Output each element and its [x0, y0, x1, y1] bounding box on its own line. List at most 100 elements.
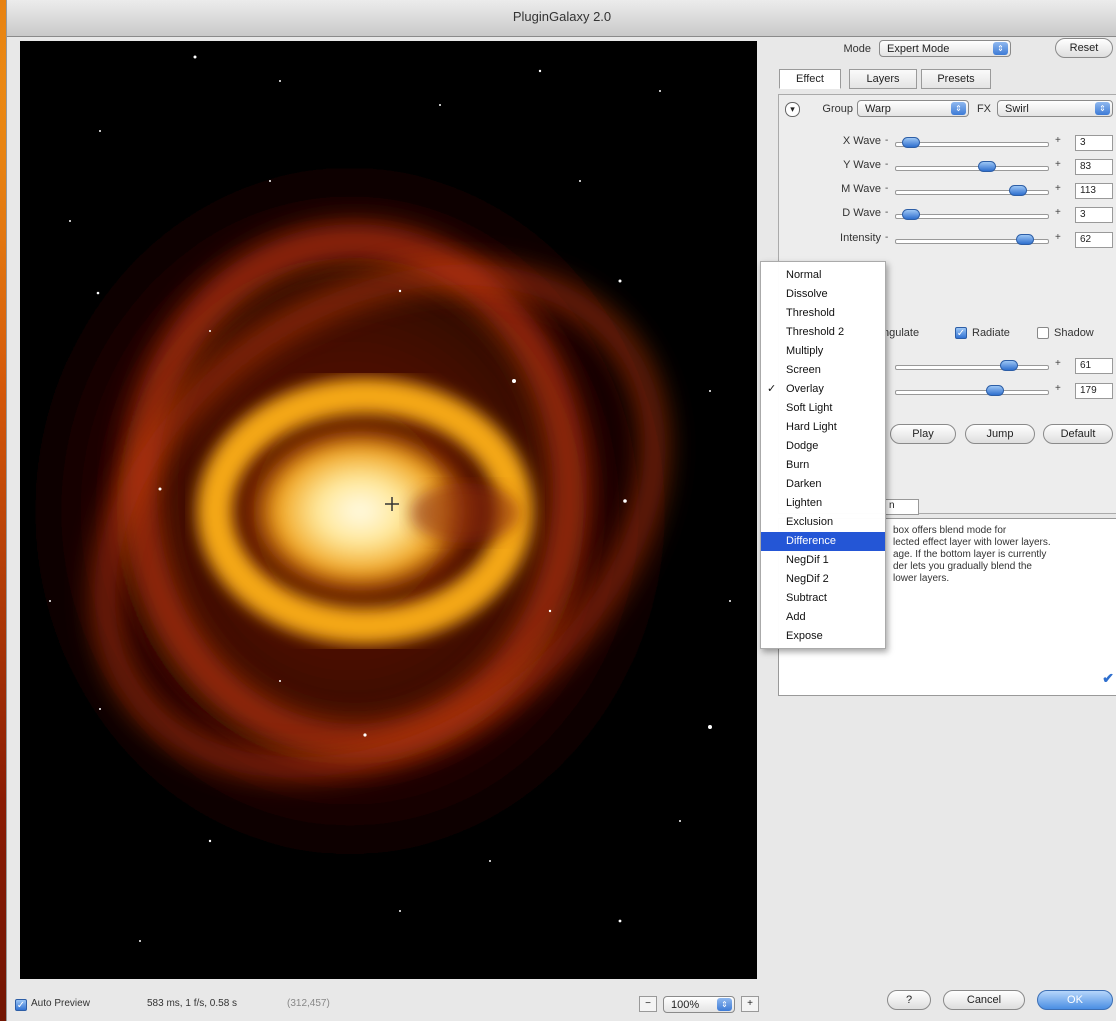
slider-knob[interactable]	[999, 360, 1018, 371]
auto-preview-checkbox[interactable]: ✓	[15, 999, 27, 1011]
blend-menu-item[interactable]: Multiply	[761, 342, 885, 361]
cancel-button[interactable]: Cancel	[943, 990, 1025, 1010]
value-slider[interactable]: - +	[885, 159, 1063, 174]
blend-menu-item[interactable]: Dissolve	[761, 285, 885, 304]
default-button[interactable]: Default	[1043, 424, 1113, 444]
value-slider[interactable]: - +	[885, 135, 1063, 150]
mode-label: Mode	[843, 43, 871, 55]
tab-presets[interactable]: Presets	[921, 69, 991, 89]
blend-menu-item-label: Add	[786, 611, 806, 623]
zoom-in-button[interactable]: +	[741, 996, 759, 1012]
slider-max-icon: +	[1055, 159, 1061, 170]
slider-knob[interactable]	[986, 385, 1005, 396]
timing-readout: 583 ms, 1 f/s, 0.58 s	[147, 998, 238, 1009]
slider-label: X Wave	[842, 135, 881, 147]
fx-label: FX	[976, 103, 991, 115]
blend-menu-item-label: Soft Light	[786, 402, 833, 414]
zoom-out-button[interactable]: −	[639, 996, 657, 1012]
slider-value-field[interactable]: 3	[1075, 135, 1113, 151]
slider-value-field[interactable]: 3	[1075, 207, 1113, 223]
zoom-value: 100%	[671, 999, 700, 1011]
blend-menu-item-label: Threshold	[786, 307, 835, 319]
select-arrows-icon: ⇕	[717, 998, 732, 1011]
blend-menu-item[interactable]: ✓ Overlay	[761, 380, 885, 399]
shadow-label: Shadow	[1054, 327, 1094, 339]
slider-value-field[interactable]: 62	[1075, 232, 1113, 248]
effect-preview-canvas[interactable]	[20, 41, 757, 979]
slider-track	[895, 365, 1049, 370]
slider-max-icon: +	[1055, 383, 1061, 394]
slider-value-field[interactable]: 83	[1075, 159, 1113, 175]
slider-value-field[interactable]: 179	[1075, 383, 1113, 399]
slider-min-icon: -	[885, 207, 889, 218]
slider-max-icon: +	[1055, 183, 1061, 194]
help-button[interactable]: ?	[887, 990, 931, 1010]
mode-select-value: Expert Mode	[887, 43, 950, 55]
title-bar[interactable]: PluginGalaxy 2.0	[7, 0, 1116, 37]
tab-layers[interactable]: Layers	[849, 69, 917, 89]
zoom-select[interactable]: 100% ⇕	[663, 996, 735, 1013]
value-slider[interactable]: +	[885, 383, 1063, 398]
slider-knob[interactable]	[901, 137, 920, 148]
slider-knob[interactable]	[1015, 234, 1034, 245]
radiate-label: Radiate	[972, 327, 1010, 339]
blend-menu-item[interactable]: Exclusion	[761, 513, 885, 532]
select-arrows-icon: ⇕	[993, 42, 1008, 55]
blend-menu-item[interactable]: Difference	[761, 532, 885, 551]
value-slider[interactable]: - +	[885, 207, 1063, 222]
core-shadow	[410, 483, 520, 543]
mode-select[interactable]: Expert Mode ⇕	[879, 40, 1011, 57]
blend-menu-item[interactable]: Expose	[761, 627, 885, 646]
blend-menu-item[interactable]: Hard Light	[761, 418, 885, 437]
reset-button[interactable]: Reset	[1055, 38, 1113, 58]
slider-min-icon: -	[885, 232, 889, 243]
slider-min-icon: -	[885, 183, 889, 194]
tab-effect[interactable]: Effect	[779, 69, 841, 89]
value-slider[interactable]: - +	[885, 232, 1063, 247]
slider-knob[interactable]	[901, 209, 920, 220]
blend-menu-item-label: Screen	[786, 364, 821, 376]
checkmark-icon: ✔	[1102, 670, 1114, 686]
slider-label: M Wave	[841, 183, 881, 195]
blend-menu-item[interactable]: Add	[761, 608, 885, 627]
blend-menu-item[interactable]: Threshold 2	[761, 323, 885, 342]
ok-button[interactable]: OK	[1037, 990, 1113, 1010]
slider-min-icon: -	[885, 135, 889, 146]
blend-menu-item[interactable]: Subtract	[761, 589, 885, 608]
small-field[interactable]: n	[885, 499, 919, 515]
blend-menu-item[interactable]: Darken	[761, 475, 885, 494]
slider-value-field[interactable]: 61	[1075, 358, 1113, 374]
slider-value-field[interactable]: 113	[1075, 183, 1113, 199]
radiate-checkbox[interactable]: ✓	[955, 327, 967, 339]
blend-menu-item-label: Difference	[786, 535, 836, 547]
group-select[interactable]: Warp ⇕	[857, 100, 969, 117]
blend-menu-item[interactable]: NegDif 1	[761, 551, 885, 570]
collapse-toggle-icon[interactable]: ▾	[785, 102, 800, 117]
blend-menu-item[interactable]: Lighten	[761, 494, 885, 513]
value-slider[interactable]: +	[885, 358, 1063, 373]
slider-knob[interactable]	[978, 161, 997, 172]
blend-menu-item-label: Dodge	[786, 440, 819, 452]
play-button[interactable]: Play	[890, 424, 956, 444]
shadow-checkbox[interactable]	[1037, 327, 1049, 339]
blend-menu-item[interactable]: NegDif 2	[761, 570, 885, 589]
angulate-label: ngulate	[883, 327, 920, 339]
blend-menu-item-label: Normal	[786, 269, 822, 281]
blend-menu-item[interactable]: Soft Light	[761, 399, 885, 418]
value-slider[interactable]: - +	[885, 183, 1063, 198]
slider-knob[interactable]	[1008, 185, 1027, 196]
checkmark-icon: ✓	[767, 383, 777, 395]
blend-menu-item[interactable]: Screen	[761, 361, 885, 380]
fx-select[interactable]: Swirl ⇕	[997, 100, 1113, 117]
blend-menu-item[interactable]: Burn	[761, 456, 885, 475]
slider-max-icon: +	[1055, 207, 1061, 218]
blend-menu-item-label: NegDif 1	[786, 554, 829, 566]
blend-menu-item[interactable]: Normal	[761, 266, 885, 285]
blend-mode-menu[interactable]: Normal Dissolve Threshold Threshold 2 Multip…	[760, 261, 886, 649]
blend-menu-item[interactable]: Dodge	[761, 437, 885, 456]
slider-label: Y Wave	[843, 159, 881, 171]
jump-button[interactable]: Jump	[965, 424, 1035, 444]
blend-menu-item-label: Lighten	[786, 497, 823, 509]
blend-menu-item[interactable]: Threshold	[761, 304, 885, 323]
blend-menu-item-label: Exclusion	[786, 516, 834, 528]
